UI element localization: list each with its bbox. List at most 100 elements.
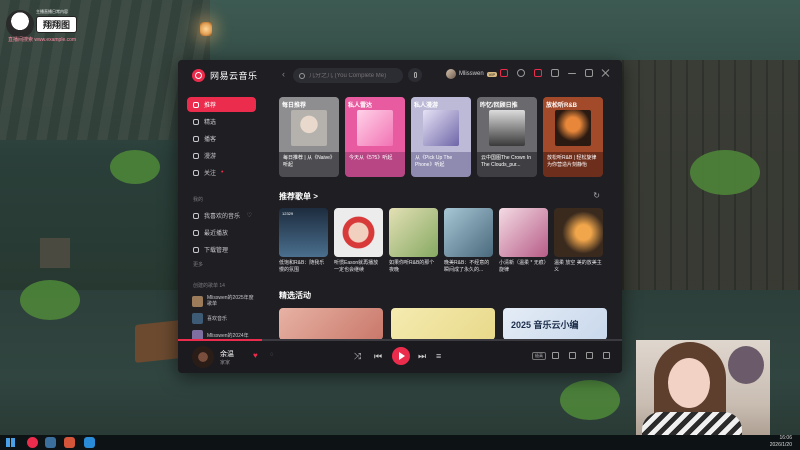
netease-logo-icon — [192, 69, 205, 82]
now-playing-title[interactable]: 余温 — [220, 349, 234, 359]
playlist-card[interactable]: 小清新（温柔 * 无痕）旋律 — [499, 208, 548, 274]
activity-label: 2025 音乐云小编 — [511, 320, 579, 330]
next-icon[interactable]: ⏭ — [418, 351, 426, 362]
heart-mode-icon[interactable]: ♡ — [247, 212, 252, 219]
refresh-icon[interactable]: ↻ — [593, 191, 600, 200]
app-taskbar-icon[interactable] — [84, 437, 95, 448]
sidebar-item-label: 最近播放 — [204, 231, 229, 237]
daily-card[interactable]: 私人雷达 今天从《5?5》听起 — [345, 97, 405, 177]
back-arrow-icon[interactable]: ‹ — [282, 69, 285, 79]
playlist-title: 如果你听R&B的那个夜晚 — [389, 260, 435, 273]
close-icon[interactable] — [602, 69, 610, 77]
created-playlists-title[interactable]: 创建的歌单 14 — [193, 282, 225, 289]
card-text: 放松听R&B | 轻松旋律为你营造片刻静怡 — [547, 155, 597, 168]
sidebar-item-downloads[interactable]: 下载管理 — [187, 242, 256, 257]
sidebar-item-label: 精选 — [204, 120, 217, 126]
sidebar-item-featured[interactable]: 精选 — [187, 114, 256, 129]
sidebar-item-podcast[interactable]: 播客 — [187, 131, 256, 146]
more-link[interactable]: 更多 — [193, 261, 203, 268]
cat-mascot-icon — [6, 10, 34, 38]
sound-effect-icon[interactable] — [552, 352, 559, 359]
playlist-card[interactable]: 温柔 放空 美的放美主义 — [554, 208, 603, 274]
wallpaper-leaf — [110, 150, 160, 184]
settings-icon[interactable] — [517, 69, 525, 77]
sidebar-playlist[interactable]: Mlisswen的2025年度歌单 — [192, 295, 257, 307]
card-cover — [555, 110, 591, 146]
minimize-icon[interactable] — [568, 72, 576, 74]
roam-icon — [193, 152, 199, 159]
playlist-icon[interactable] — [603, 352, 610, 359]
share-icon[interactable] — [569, 352, 576, 359]
card-tag: 昨忆/回顾日推 — [480, 103, 518, 109]
stream-logo-sub: 主播直播日常内容 — [36, 9, 68, 14]
card-cover — [489, 110, 525, 146]
playlist-title: 听惯Eason就再播放一定也会继续 — [334, 260, 379, 273]
now-playing-cover[interactable] — [192, 346, 214, 368]
sidebar-playlist[interactable]: 喜欢音乐 — [192, 313, 257, 324]
mic-icon — [413, 72, 417, 78]
sidebar-item-recent[interactable]: 最近播放 — [187, 225, 256, 240]
avatar[interactable] — [446, 69, 456, 79]
playlist-card[interactable]: 听惯Eason就再播放一定也会继续 — [334, 208, 383, 274]
heart-icon — [193, 212, 199, 219]
volume-icon[interactable] — [586, 352, 593, 359]
mini-mode-icon[interactable] — [551, 69, 559, 77]
comment-icon[interactable]: ◌ — [270, 352, 274, 358]
card-cover — [291, 110, 327, 146]
quality-badge[interactable]: 极高 — [532, 352, 546, 360]
mine-section-title: 我的 — [193, 197, 204, 203]
maximize-icon[interactable] — [585, 69, 593, 77]
card-text: 每日推荐 | 从《Naive》听起 — [283, 155, 335, 168]
wallpaper-leaf — [20, 280, 80, 320]
app-taskbar-icon[interactable] — [64, 437, 75, 448]
app-brand[interactable]: 网易云音乐 — [192, 69, 258, 82]
sidebar-item-follow[interactable]: 关注 • — [187, 165, 256, 180]
skin-icon[interactable] — [534, 69, 542, 77]
playlist-cover — [444, 208, 493, 257]
like-icon[interactable]: ♥ — [253, 351, 258, 360]
progress-bar[interactable] — [178, 339, 622, 341]
sidebar-item-label: 下载管理 — [204, 248, 229, 254]
sidebar-item-liked-music[interactable]: 我喜欢的音乐 ♡ — [187, 208, 256, 223]
netease-taskbar-icon[interactable] — [27, 437, 38, 448]
clock-date: 2026/1/20 — [769, 441, 792, 448]
activity-card[interactable] — [279, 308, 383, 340]
now-playing-artist[interactable]: 家家 — [220, 359, 230, 366]
daily-card[interactable]: 私人漫游 从《Pick Up The Phone》听起 — [411, 97, 471, 177]
daily-card[interactable]: 放松听R&B 放松听R&B | 轻松旋律为你营造片刻静怡 — [543, 97, 603, 177]
daily-card[interactable]: 每日推荐 每日推荐 | 从《Naive》听起 — [279, 97, 339, 177]
sidebar-item-recommend[interactable]: 推荐 — [187, 97, 256, 112]
clock[interactable]: 16:06 2026/1/20 — [770, 435, 792, 449]
home-icon — [193, 101, 199, 108]
playlist-card[interactable]: 如果你听R&B的那个夜晚 — [389, 208, 438, 274]
shuffle-icon[interactable]: ⤨ — [354, 351, 361, 362]
playlist-card[interactable]: 12329 低饱和R&B：随我乐慢的氛围 — [279, 208, 328, 274]
activity-card[interactable] — [391, 308, 495, 340]
windows-start-icon[interactable] — [6, 438, 15, 447]
user-name[interactable]: Mlisswen — [459, 71, 484, 77]
activity-section-title: 精选活动 — [279, 291, 311, 300]
search-input[interactable] — [309, 72, 401, 79]
vip-badge[interactable]: VIP — [486, 71, 498, 77]
voice-search-button[interactable] — [408, 68, 422, 82]
card-cover — [423, 110, 459, 146]
daily-card[interactable]: 昨忆/回顾日推 云中国图The Crown In The Clouds_pur.… — [477, 97, 537, 177]
sidebar-item-label: 关注 — [204, 171, 217, 177]
sidebar-item-label: 漫游 — [204, 154, 217, 160]
webcam-overlay — [636, 340, 770, 447]
clock-icon — [193, 229, 199, 236]
play-button[interactable] — [392, 347, 410, 365]
playlist-card[interactable]: 晚美R&B：不经意的瞬间成了永久的... — [444, 208, 493, 274]
lyrics-icon[interactable]: ≡ — [436, 351, 441, 361]
playlist-thumbnail — [192, 313, 203, 324]
recommend-section-title[interactable]: 推荐歌单 > — [279, 191, 318, 202]
previous-icon[interactable]: ⏮ — [374, 351, 382, 362]
user-profile[interactable]: Mlisswen VIP — [446, 69, 498, 79]
activity-card[interactable]: 2025 音乐云小编 — [503, 308, 607, 340]
message-icon[interactable] — [500, 69, 508, 77]
stream-logo: 主播直播日常内容 翔翔图 直播间搜索 www.example.com — [6, 8, 106, 43]
sidebar-item-roam[interactable]: 漫游 — [187, 148, 256, 163]
app-taskbar-icon[interactable] — [45, 437, 56, 448]
search-box[interactable] — [293, 68, 403, 83]
download-icon — [193, 246, 199, 253]
